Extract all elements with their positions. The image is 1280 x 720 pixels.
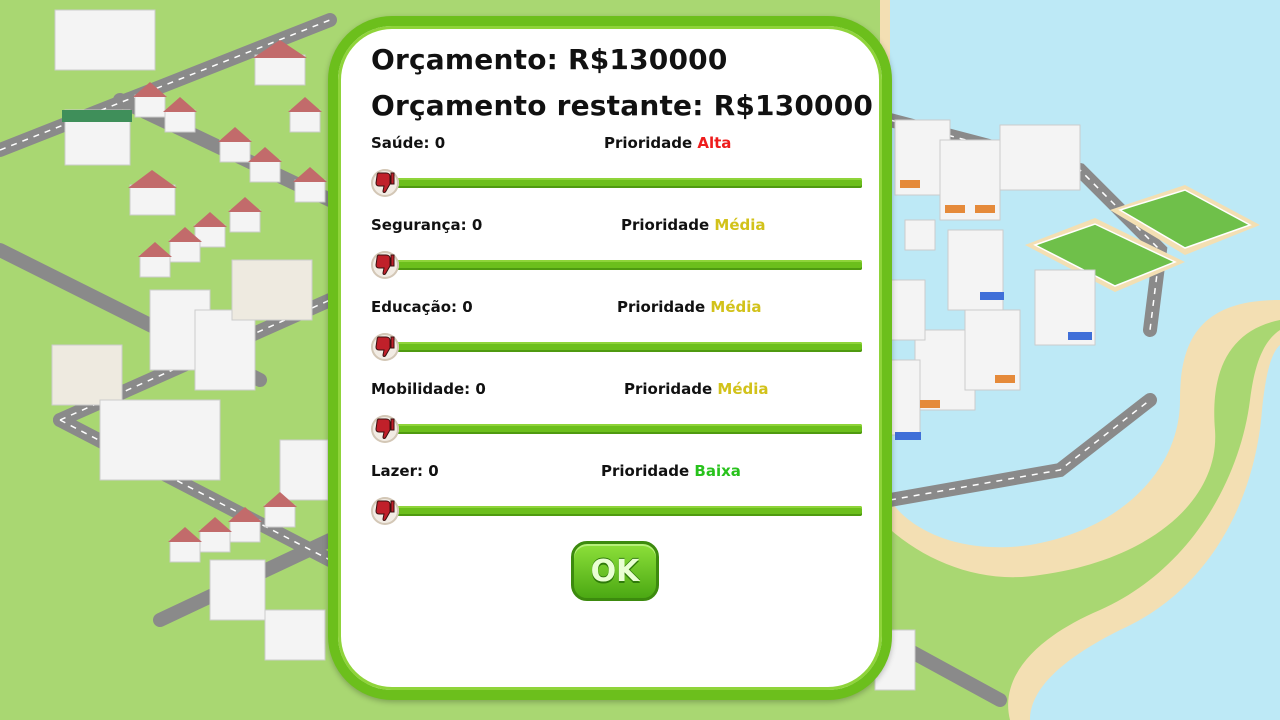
slider-track-seguranca[interactable]	[386, 260, 862, 270]
priority-prefix: Prioridade	[617, 298, 706, 316]
slider-knob-lazer[interactable]	[371, 497, 399, 525]
slider-track-lazer[interactable]	[386, 506, 862, 516]
budget-total-label: Orçamento: R$130000	[371, 43, 728, 76]
thumbs-down-icon	[375, 418, 395, 439]
priority-value-mobilidade: Média	[717, 380, 769, 398]
slider-track-mobilidade[interactable]	[386, 424, 862, 434]
priority-lazer: Prioridade Baixa	[601, 462, 741, 480]
ok-button[interactable]: OK	[571, 541, 659, 601]
priority-prefix: Prioridade	[621, 216, 710, 234]
thumbs-down-icon	[375, 336, 395, 357]
priority-mobilidade: Prioridade Média	[624, 380, 769, 398]
thumbs-down-icon	[375, 172, 395, 193]
priority-prefix: Prioridade	[601, 462, 690, 480]
slider-track-educacao[interactable]	[386, 342, 862, 352]
thumbs-down-icon	[375, 254, 395, 275]
priority-educacao: Prioridade Média	[617, 298, 762, 316]
priority-seguranca: Prioridade Média	[621, 216, 766, 234]
slider-label-saude: Saúde: 0	[371, 134, 446, 152]
slider-knob-seguranca[interactable]	[371, 251, 399, 279]
slider-track-saude[interactable]	[386, 178, 862, 188]
slider-label-lazer: Lazer: 0	[371, 462, 439, 480]
budget-remaining-label: Orçamento restante: R$130000	[371, 89, 874, 122]
slider-label-seguranca: Segurança: 0	[371, 216, 483, 234]
priority-prefix: Prioridade	[624, 380, 713, 398]
thumbs-down-icon	[375, 500, 395, 521]
priority-value-seguranca: Média	[714, 216, 766, 234]
priority-value-saude: Alta	[697, 134, 732, 152]
slider-knob-educacao[interactable]	[371, 333, 399, 361]
slider-knob-mobilidade[interactable]	[371, 415, 399, 443]
priority-saude: Prioridade Alta	[604, 134, 731, 152]
priority-value-lazer: Baixa	[694, 462, 741, 480]
priority-value-educacao: Média	[710, 298, 762, 316]
slider-knob-saude[interactable]	[371, 169, 399, 197]
slider-label-educacao: Educação: 0	[371, 298, 473, 316]
priority-prefix: Prioridade	[604, 134, 693, 152]
slider-label-mobilidade: Mobilidade: 0	[371, 380, 486, 398]
